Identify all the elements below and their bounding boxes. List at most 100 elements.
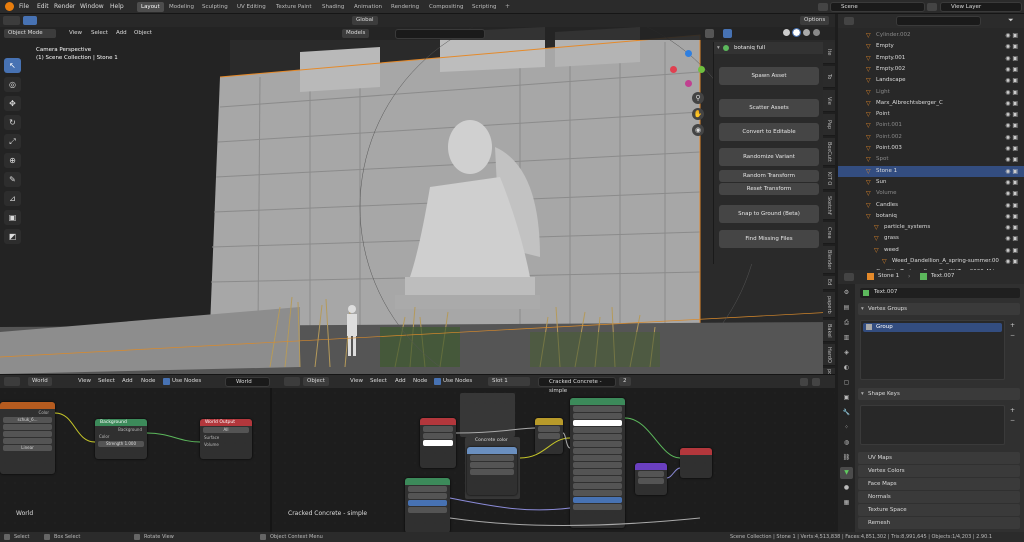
sidebar-tab-paperbox[interactable]: paperb xyxy=(823,292,835,318)
scatter-assets-button[interactable]: Scatter Assets xyxy=(719,99,819,117)
solid-shading-icon[interactable] xyxy=(792,28,801,37)
outliner-row[interactable]: ▽ Volume ◉ ▣ xyxy=(838,188,1024,199)
tab-texture-paint[interactable]: Texture Paint xyxy=(272,2,316,12)
gizmo-x-icon[interactable] xyxy=(670,66,677,73)
reset-transform-button[interactable]: Reset Transform xyxy=(719,183,819,195)
tab-modeling[interactable]: Modeling xyxy=(165,2,198,12)
view-layer-icon[interactable] xyxy=(927,3,937,11)
viewport-search-input[interactable] xyxy=(395,29,485,39)
outliner-row[interactable]: ▽ Weed_Dandellion_A_spring-summer.00 ◉ ▣ xyxy=(838,256,1024,267)
sidebar-tab-view[interactable]: Vie xyxy=(823,90,835,112)
particles-tab-icon[interactable]: ⁘ xyxy=(840,422,853,434)
right-use-nodes-checkbox[interactable] xyxy=(434,378,441,385)
left-menu-select[interactable]: Select xyxy=(98,377,115,386)
right-editor-type-icon[interactable] xyxy=(284,377,300,386)
outliner-row[interactable]: ▽ Empty.001 ◉ ▣ xyxy=(838,53,1024,64)
tab-animation[interactable]: Animation xyxy=(350,2,386,12)
sidebar-tab-item[interactable]: Ite xyxy=(823,42,835,64)
right-menu-add[interactable]: Add xyxy=(395,377,406,386)
outliner-row[interactable]: ▽ Point.001 ◉ ▣ xyxy=(838,120,1024,131)
shape-keys-panel[interactable]: ▾ Shape Keys xyxy=(858,388,1020,400)
mesh-data-tab-icon[interactable]: ▼ xyxy=(840,467,853,479)
remesh-panel[interactable]: Remesh xyxy=(858,517,1020,529)
left-menu-node[interactable]: Node xyxy=(141,377,155,386)
visibility-toggle-icon[interactable]: ◉ ▣ xyxy=(1005,143,1018,154)
tab-uv-editing[interactable]: UV Editing xyxy=(233,2,270,12)
sidebar-tab-kitops[interactable]: KIT O xyxy=(823,168,835,190)
node-snap-icon[interactable] xyxy=(800,378,808,386)
mode-dropdown[interactable]: Object Mode xyxy=(4,29,56,38)
sidebar-tab-blenderkit[interactable]: Blender xyxy=(823,246,835,274)
outliner-row[interactable]: ▽ Landscape ◉ ▣ xyxy=(838,75,1024,86)
outliner-row[interactable]: ▽ Marx_Albrechtsberger_C ◉ ▣ xyxy=(838,98,1024,109)
menu-help[interactable]: Help xyxy=(110,3,124,10)
gizmo-z-icon[interactable] xyxy=(685,50,692,57)
visibility-toggle-icon[interactable]: ◉ ▣ xyxy=(1005,64,1018,75)
outliner-row[interactable]: ▽ Point.003 ◉ ▣ xyxy=(838,143,1024,154)
visibility-toggle-icon[interactable]: ◉ ▣ xyxy=(1005,132,1018,143)
uv-maps-panel[interactable]: UV Maps xyxy=(858,452,1020,464)
right-menu-view[interactable]: View xyxy=(350,377,363,386)
outliner-row[interactable]: ▽ weed ◉ ▣ xyxy=(838,245,1024,256)
visibility-toggle-icon[interactable]: ◉ ▣ xyxy=(1005,200,1018,211)
object-shader-type-dropdown[interactable]: Object xyxy=(303,377,329,386)
material-selector[interactable]: Cracked Concrete - simple xyxy=(538,377,616,394)
visibility-toggle-icon[interactable]: ◉ ▣ xyxy=(1005,41,1018,52)
tab-compositing[interactable]: Compositing xyxy=(425,2,467,12)
visibility-toggle-icon[interactable]: ◉ ▣ xyxy=(1005,120,1018,131)
outliner-row[interactable]: ▽ Empty ◉ ▣ xyxy=(838,41,1024,52)
material-users-count[interactable]: 2 xyxy=(619,377,631,386)
select-tool-icon[interactable]: ↖ xyxy=(4,58,21,73)
outliner-editor-icon[interactable] xyxy=(844,17,854,25)
face-maps-panel[interactable]: Face Maps xyxy=(858,478,1020,490)
collapse-icon[interactable]: ▾ xyxy=(717,42,720,54)
sidebar-tab-tool[interactable]: To xyxy=(823,66,835,88)
node-canvas[interactable]: Color schuk_6... Linear Background Backg… xyxy=(0,388,835,532)
cursor-tool-icon[interactable]: ◎ xyxy=(4,77,21,92)
left-editor-type-icon[interactable] xyxy=(4,377,20,386)
world-selector[interactable]: World xyxy=(225,377,270,387)
random-transform-button[interactable]: Random Transform xyxy=(719,170,819,182)
annotate-tool-icon[interactable]: ✎ xyxy=(4,172,21,187)
visibility-toggle-icon[interactable]: ◉ ▣ xyxy=(1005,177,1018,188)
physics-tab-icon[interactable]: ◍ xyxy=(840,437,853,449)
visibility-toggle-icon[interactable]: ◉ ▣ xyxy=(1005,154,1018,165)
outliner-search-input[interactable] xyxy=(896,16,981,26)
right-menu-node[interactable]: Node xyxy=(413,377,427,386)
menu-edit[interactable]: Edit xyxy=(37,3,49,10)
camera-view-icon[interactable]: ◉ xyxy=(692,124,704,136)
object-tab-icon[interactable]: ▣ xyxy=(840,392,853,404)
world-tab-icon[interactable]: ◐ xyxy=(840,362,853,374)
left-use-nodes-checkbox[interactable] xyxy=(163,378,170,385)
menu-file[interactable]: File xyxy=(19,3,29,10)
scene-tab-icon[interactable]: ◈ xyxy=(840,347,853,359)
output-tab-icon[interactable]: ⎙ xyxy=(840,317,853,329)
right-menu-select[interactable]: Select xyxy=(370,377,387,386)
outliner-row[interactable]: ▽ Candles ◉ ▣ xyxy=(838,200,1024,211)
remove-vertex-group-icon[interactable]: − xyxy=(1010,332,1015,339)
visibility-toggle-icon[interactable]: ◉ ▣ xyxy=(1005,109,1018,120)
outliner-row[interactable]: ▽ Light ◉ ▣ xyxy=(838,87,1024,98)
viewport-menu-select[interactable]: Select xyxy=(91,29,108,38)
visibility-toggle-icon[interactable]: ◉ ▣ xyxy=(1005,256,1018,267)
sidebar-tab-create[interactable]: Crea xyxy=(823,222,835,244)
find-missing-files-button[interactable]: Find Missing Files xyxy=(719,230,819,248)
orientation-dropdown[interactable]: Global xyxy=(352,16,378,25)
properties-editor-icon[interactable] xyxy=(844,273,854,281)
zoom-icon[interactable]: ⚲ xyxy=(692,92,704,104)
tab-shading[interactable]: Shading xyxy=(318,2,348,12)
scale-tool-icon[interactable]: ⤢ xyxy=(4,134,21,149)
sidebar-tab-hardops[interactable]: HardO xyxy=(823,344,835,366)
view-layer-tab-icon[interactable]: ▥ xyxy=(840,332,853,344)
rotate-tool-icon[interactable]: ↻ xyxy=(4,115,21,130)
material-shading-icon[interactable] xyxy=(803,29,810,36)
visibility-toggle-icon[interactable]: ◉ ▣ xyxy=(1005,75,1018,86)
extra-tool-icon[interactable]: ◩ xyxy=(4,229,21,244)
rendered-shading-icon[interactable] xyxy=(813,29,820,36)
spawn-asset-button[interactable]: Spawn Asset xyxy=(719,67,819,85)
visibility-toggle-icon[interactable]: ◉ ▣ xyxy=(1005,53,1018,64)
botaniq-panel-header[interactable]: ▾ botaniq full xyxy=(714,42,823,54)
navigation-gizmo[interactable] xyxy=(670,50,710,90)
left-menu-add[interactable]: Add xyxy=(122,377,133,386)
sidebar-tab-sketchfab[interactable]: Sketchf xyxy=(823,192,835,220)
